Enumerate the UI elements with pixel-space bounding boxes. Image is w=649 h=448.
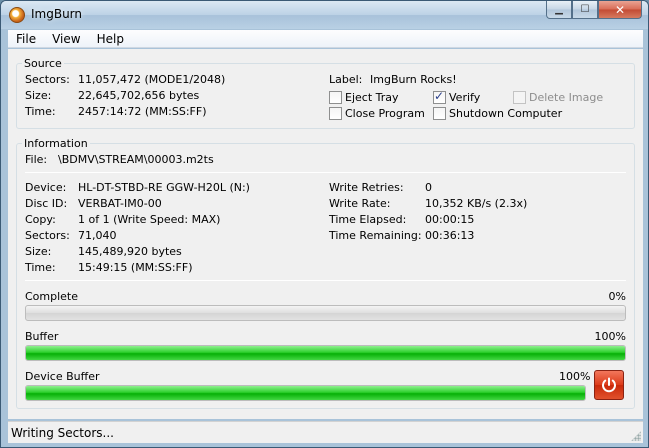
menu-help[interactable]: Help xyxy=(89,32,132,46)
info-time-value: 15:49:15 (MM:SS:FF) xyxy=(78,261,193,274)
buffer-progress-bar xyxy=(25,345,626,361)
shutdown-computer-label[interactable]: Shutdown Computer xyxy=(449,107,562,120)
complete-percent: 0% xyxy=(608,290,626,303)
title-bar[interactable]: ImgBurn ▁ ☐ ✕ xyxy=(1,1,648,29)
discid-label: Disc ID: xyxy=(25,197,68,210)
eject-tray-checkbox[interactable] xyxy=(329,91,342,104)
buffer-progress-fill xyxy=(26,346,625,360)
source-time-label: Time: xyxy=(25,105,56,118)
source-sectors-label: Sectors: xyxy=(25,73,70,86)
stop-button[interactable] xyxy=(594,370,624,400)
power-icon xyxy=(602,377,616,393)
copy-label: Copy: xyxy=(25,213,56,226)
complete-label: Complete xyxy=(25,290,79,303)
time-elapsed-label: Time Elapsed: xyxy=(329,213,407,226)
device-buffer-progress-fill xyxy=(26,386,585,400)
copy-value: 1 of 1 (Write Speed: MAX) xyxy=(78,213,221,226)
source-time-value: 2457:14:72 (MM:SS:FF) xyxy=(78,105,207,118)
minimize-button[interactable]: ▁ xyxy=(546,1,572,19)
close-button[interactable]: ✕ xyxy=(598,1,642,19)
resize-grip[interactable] xyxy=(631,431,641,441)
shutdown-computer-checkbox[interactable] xyxy=(433,107,446,120)
caption-buttons: ▁ ☐ ✕ xyxy=(546,1,642,19)
write-retries-value: 0 xyxy=(425,181,432,194)
menu-bar: File View Help xyxy=(8,30,643,48)
info-time-label: Time: xyxy=(25,261,56,274)
time-remaining-label: Time Remaining: xyxy=(329,229,422,242)
info-size-label: Size: xyxy=(25,245,52,258)
window-title: ImgBurn xyxy=(31,7,83,21)
info-sectors-value: 71,040 xyxy=(78,229,117,242)
buffer-label: Buffer xyxy=(25,330,59,343)
source-label-value: ImgBurn Rocks! xyxy=(370,73,457,86)
imgburn-disc-icon[interactable] xyxy=(9,7,25,23)
info-sectors-label: Sectors: xyxy=(25,229,70,242)
source-label-label: Label: xyxy=(329,73,363,86)
write-rate-label: Write Rate: xyxy=(329,197,391,210)
device-buffer-progress-bar xyxy=(25,385,586,401)
close-program-label[interactable]: Close Program xyxy=(345,107,425,120)
source-sectors-value: 11,057,472 (MODE1/2048) xyxy=(78,73,226,86)
write-rate-value: 10,352 KB/s (2.3x) xyxy=(425,197,528,210)
device-label: Device: xyxy=(25,181,67,194)
client-area: Source Sectors: 11,057,472 (MODE1/2048) … xyxy=(8,49,643,419)
time-elapsed-value: 00:00:15 xyxy=(425,213,475,226)
verify-checkbox[interactable] xyxy=(433,89,446,104)
info-divider-bottom xyxy=(25,280,626,281)
buffer-percent: 100% xyxy=(594,330,626,343)
write-retries-label: Write Retries: xyxy=(329,181,404,194)
menu-view[interactable]: View xyxy=(44,32,88,46)
file-value: \BDMV\STREAM\00003.m2ts xyxy=(58,153,214,166)
menu-file[interactable]: File xyxy=(8,32,44,46)
complete-progress-bar xyxy=(25,305,626,321)
status-text: Writing Sectors... xyxy=(11,426,114,440)
verify-label[interactable]: Verify xyxy=(449,91,480,104)
source-size-label: Size: xyxy=(25,89,52,102)
info-divider-top xyxy=(25,172,626,173)
information-group-label: Information xyxy=(22,137,90,150)
delete-image-checkbox xyxy=(513,91,526,104)
status-bar: Writing Sectors... xyxy=(8,421,643,443)
info-size-value: 145,489,920 bytes xyxy=(78,245,182,258)
source-size-value: 22,645,702,656 bytes xyxy=(78,89,200,102)
source-group-label: Source xyxy=(22,57,64,70)
discid-value: VERBAT-IM0-00 xyxy=(78,197,162,210)
device-value: HL-DT-STBD-RE GGW-H20L (N:) xyxy=(78,181,250,194)
file-label: File: xyxy=(25,153,48,166)
eject-tray-label[interactable]: Eject Tray xyxy=(345,91,399,104)
close-program-checkbox[interactable] xyxy=(329,107,342,120)
delete-image-label: Delete Image xyxy=(529,91,604,104)
device-buffer-label: Device Buffer xyxy=(25,370,100,383)
time-remaining-value: 00:36:13 xyxy=(425,229,475,242)
maximize-button[interactable]: ☐ xyxy=(572,1,598,19)
main-window: ImgBurn ▁ ☐ ✕ File View Help Source Sect… xyxy=(0,0,649,448)
device-buffer-percent: 100% xyxy=(559,370,591,383)
